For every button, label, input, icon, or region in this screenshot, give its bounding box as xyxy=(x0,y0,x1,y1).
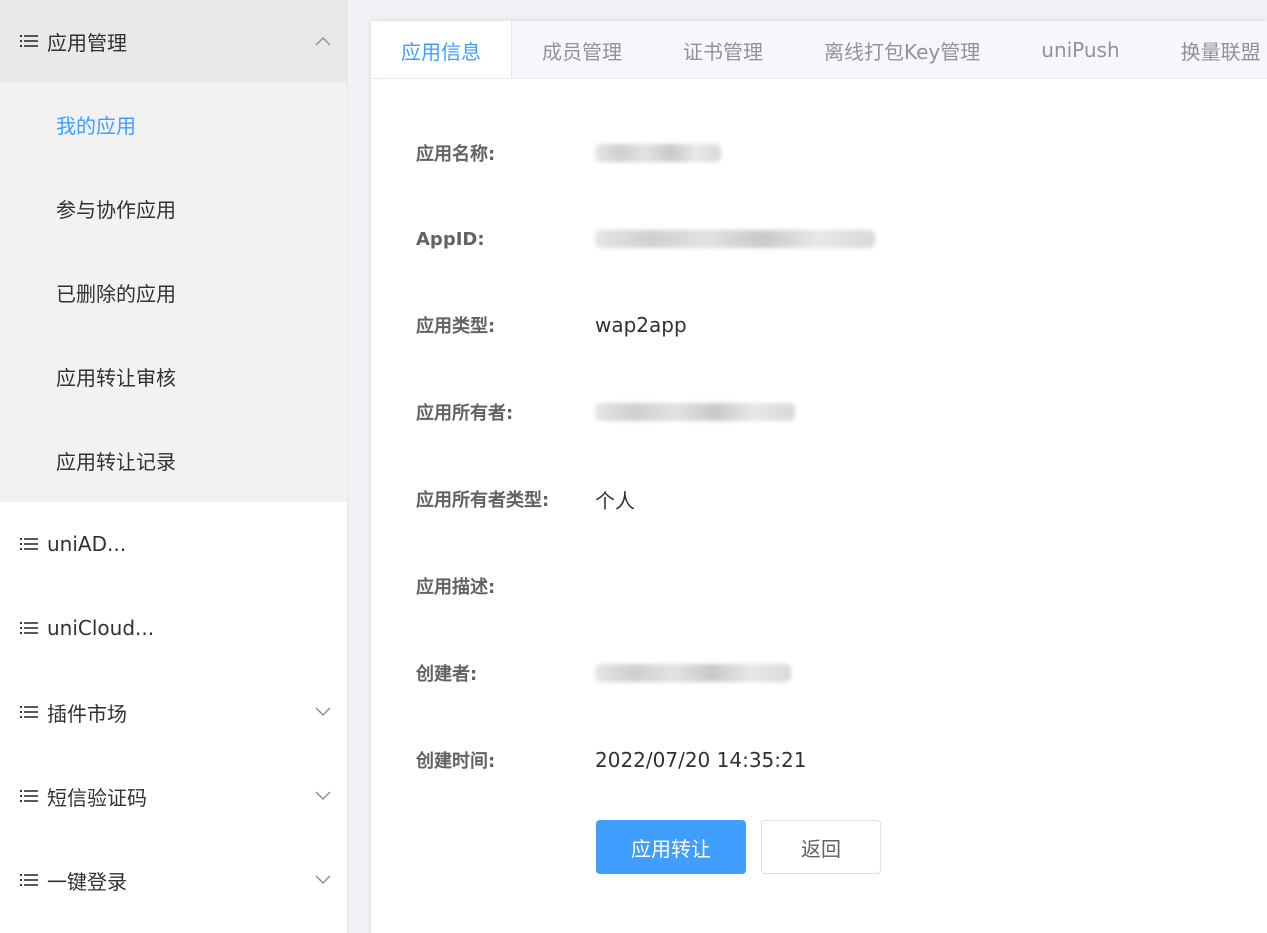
sidebar-item-transfer-records[interactable]: 应用转让记录 xyxy=(0,418,347,502)
sidebar-item-transfer-review[interactable]: 应用转让审核 xyxy=(0,334,347,418)
menu-label: 应用管理 xyxy=(47,30,127,55)
chevron-down-icon xyxy=(315,707,331,717)
label-app-name: 应用名称: xyxy=(416,144,496,165)
label-creator: 创建者: xyxy=(416,664,478,685)
menu-label: 插件市场 xyxy=(47,701,127,726)
tab-certificates[interactable]: 证书管理 xyxy=(653,21,794,78)
tab-bar: 应用信息 成员管理 证书管理 离线打包Key管理 uniPush 换量联盟 xyxy=(371,21,1267,79)
value-created-at: 2022/07/20 14:35:21 xyxy=(595,748,807,772)
sidebar-item-collab-apps[interactable]: 参与协作应用 xyxy=(0,166,347,250)
menu-one-click-login[interactable]: 一键登录 xyxy=(0,838,347,922)
back-button[interactable]: 返回 xyxy=(761,820,881,874)
sidebar-item-deleted-apps[interactable]: 已删除的应用 xyxy=(0,250,347,334)
menu-label: 短信验证码 xyxy=(47,785,147,810)
chevron-down-icon xyxy=(315,875,331,885)
menu-label: uniCloud... xyxy=(47,616,155,640)
menu-plugin-market[interactable]: 插件市场 xyxy=(0,670,347,754)
submenu-app-management: 我的应用 参与协作应用 已删除的应用 应用转让审核 应用转让记录 xyxy=(0,82,347,502)
value-app-type: wap2app xyxy=(595,313,687,337)
menu-label: 一键登录 xyxy=(47,869,127,894)
label-appid: AppID: xyxy=(416,228,485,250)
label-owner-type: 应用所有者类型: xyxy=(416,490,550,511)
redacted-appid xyxy=(595,230,875,248)
list-icon xyxy=(20,35,38,47)
label-app-type: 应用类型: xyxy=(416,316,496,337)
app-detail-card: 应用信息 成员管理 证书管理 离线打包Key管理 uniPush 换量联盟 应用… xyxy=(371,21,1267,933)
label-owner: 应用所有者: xyxy=(416,403,514,424)
sidebar: 应用管理 我的应用 参与协作应用 已删除的应用 应用转让审核 应用转让记录 un… xyxy=(0,0,348,933)
chevron-up-icon xyxy=(315,36,331,46)
label-desc: 应用描述: xyxy=(416,577,496,598)
redacted-owner xyxy=(595,403,795,421)
tab-members[interactable]: 成员管理 xyxy=(512,21,653,78)
label-created-at: 创建时间: xyxy=(416,751,496,772)
menu-sms-code[interactable]: 短信验证码 xyxy=(0,754,347,838)
value-owner-type: 个人 xyxy=(595,488,635,513)
list-icon xyxy=(20,706,38,718)
list-icon xyxy=(20,538,38,550)
menu-label: uniAD... xyxy=(47,532,127,556)
tab-offline-key[interactable]: 离线打包Key管理 xyxy=(794,21,1011,78)
list-icon xyxy=(20,874,38,886)
redacted-creator xyxy=(595,664,791,682)
menu-uniad[interactable]: uniAD... xyxy=(0,502,347,586)
menu-app-management[interactable]: 应用管理 xyxy=(0,0,347,82)
list-icon xyxy=(20,790,38,802)
list-icon xyxy=(20,622,38,634)
sidebar-item-my-apps[interactable]: 我的应用 xyxy=(0,82,347,166)
tab-traffic-alliance[interactable]: 换量联盟 xyxy=(1151,21,1267,78)
tab-app-info[interactable]: 应用信息 xyxy=(371,21,512,78)
tab-unipush[interactable]: uniPush xyxy=(1011,21,1150,78)
redacted-app-name xyxy=(595,144,721,162)
chevron-down-icon xyxy=(315,791,331,801)
menu-unicloud[interactable]: uniCloud... xyxy=(0,586,347,670)
transfer-app-button[interactable]: 应用转让 xyxy=(596,820,746,874)
